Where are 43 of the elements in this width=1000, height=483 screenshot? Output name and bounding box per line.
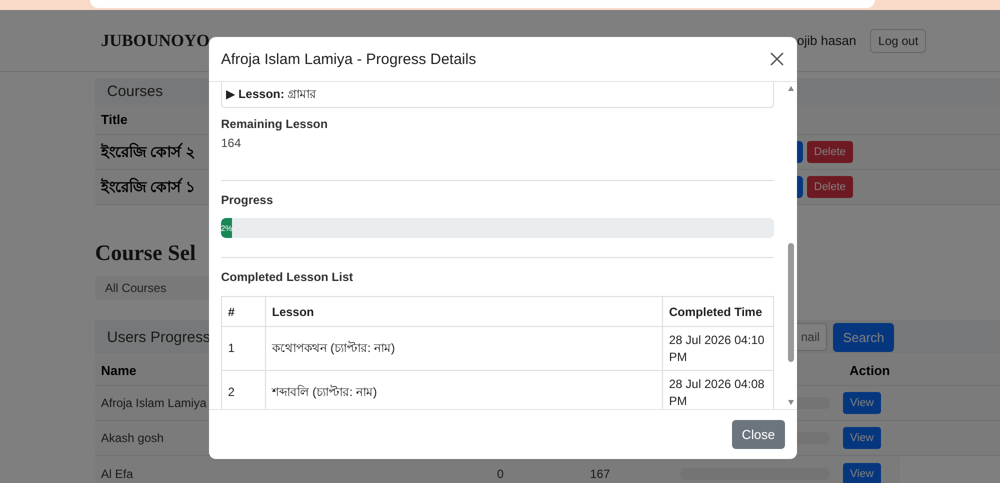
edit-button[interactable]	[797, 141, 803, 163]
column-header: Name	[101, 362, 136, 378]
course-title: ইংরেজি কোর্স ১	[101, 176, 196, 198]
column-header: Lesson	[266, 296, 662, 326]
column-header: Completed Time	[662, 296, 774, 326]
table-cell-text: 0	[497, 466, 505, 480]
table-cell: কথোপকথন (চ্যাপ্টার: নাম)	[266, 326, 662, 370]
close-button[interactable]: Close	[732, 420, 785, 449]
card-title: Users Progress	[107, 328, 210, 346]
section-heading: Course Sel	[95, 240, 197, 267]
modal-title: Afroja Islam Lamiya - Progress Details	[221, 50, 476, 68]
table-cell: 28 Jul 2026 04:10 PM	[662, 326, 774, 370]
edit-button[interactable]	[797, 176, 803, 198]
view-button[interactable]: View	[843, 392, 881, 414]
search-button[interactable]: Search	[833, 322, 894, 352]
card-title: Courses	[107, 83, 163, 100]
user-name: Akash gosh	[101, 431, 164, 445]
table-cell-text: 167	[590, 466, 612, 480]
table-cell: 1	[222, 326, 266, 370]
field-value: 164	[221, 136, 242, 150]
user-name: Afroja Islam Lamiya	[101, 396, 206, 410]
column-header: #	[222, 296, 266, 326]
lesson-summary[interactable]: ▶ Lesson: গ্রামার	[221, 82, 774, 108]
field-label: Progress	[221, 193, 274, 207]
view-button[interactable]: View	[843, 462, 881, 483]
course-select[interactable]: All Courses	[95, 276, 209, 300]
column-header: Title	[101, 112, 128, 127]
progress-reading: 2%	[221, 224, 232, 232]
logout-button[interactable]: Log out	[870, 28, 926, 52]
view-button[interactable]: View	[843, 427, 881, 449]
table-cell: 2	[222, 370, 266, 409]
column-header: Action	[850, 362, 890, 378]
user-name: ojib hasan	[797, 33, 856, 48]
section-title: Completed Lesson List	[221, 270, 354, 284]
lesson-text: ▶ Lesson: গ্রামার	[226, 86, 317, 102]
course-title: ইংরেজি কোর্স ২	[101, 142, 196, 162]
delete-button[interactable]: Delete	[807, 176, 853, 198]
brand-name[interactable]: JUBOUNOYO	[101, 30, 210, 50]
field-label: Remaining Lesson	[221, 117, 329, 131]
delete-button[interactable]: Delete	[807, 141, 853, 163]
user-name: Al Efa	[101, 466, 134, 480]
close-icon[interactable]	[770, 52, 784, 66]
email-field[interactable]: nail	[797, 323, 827, 351]
